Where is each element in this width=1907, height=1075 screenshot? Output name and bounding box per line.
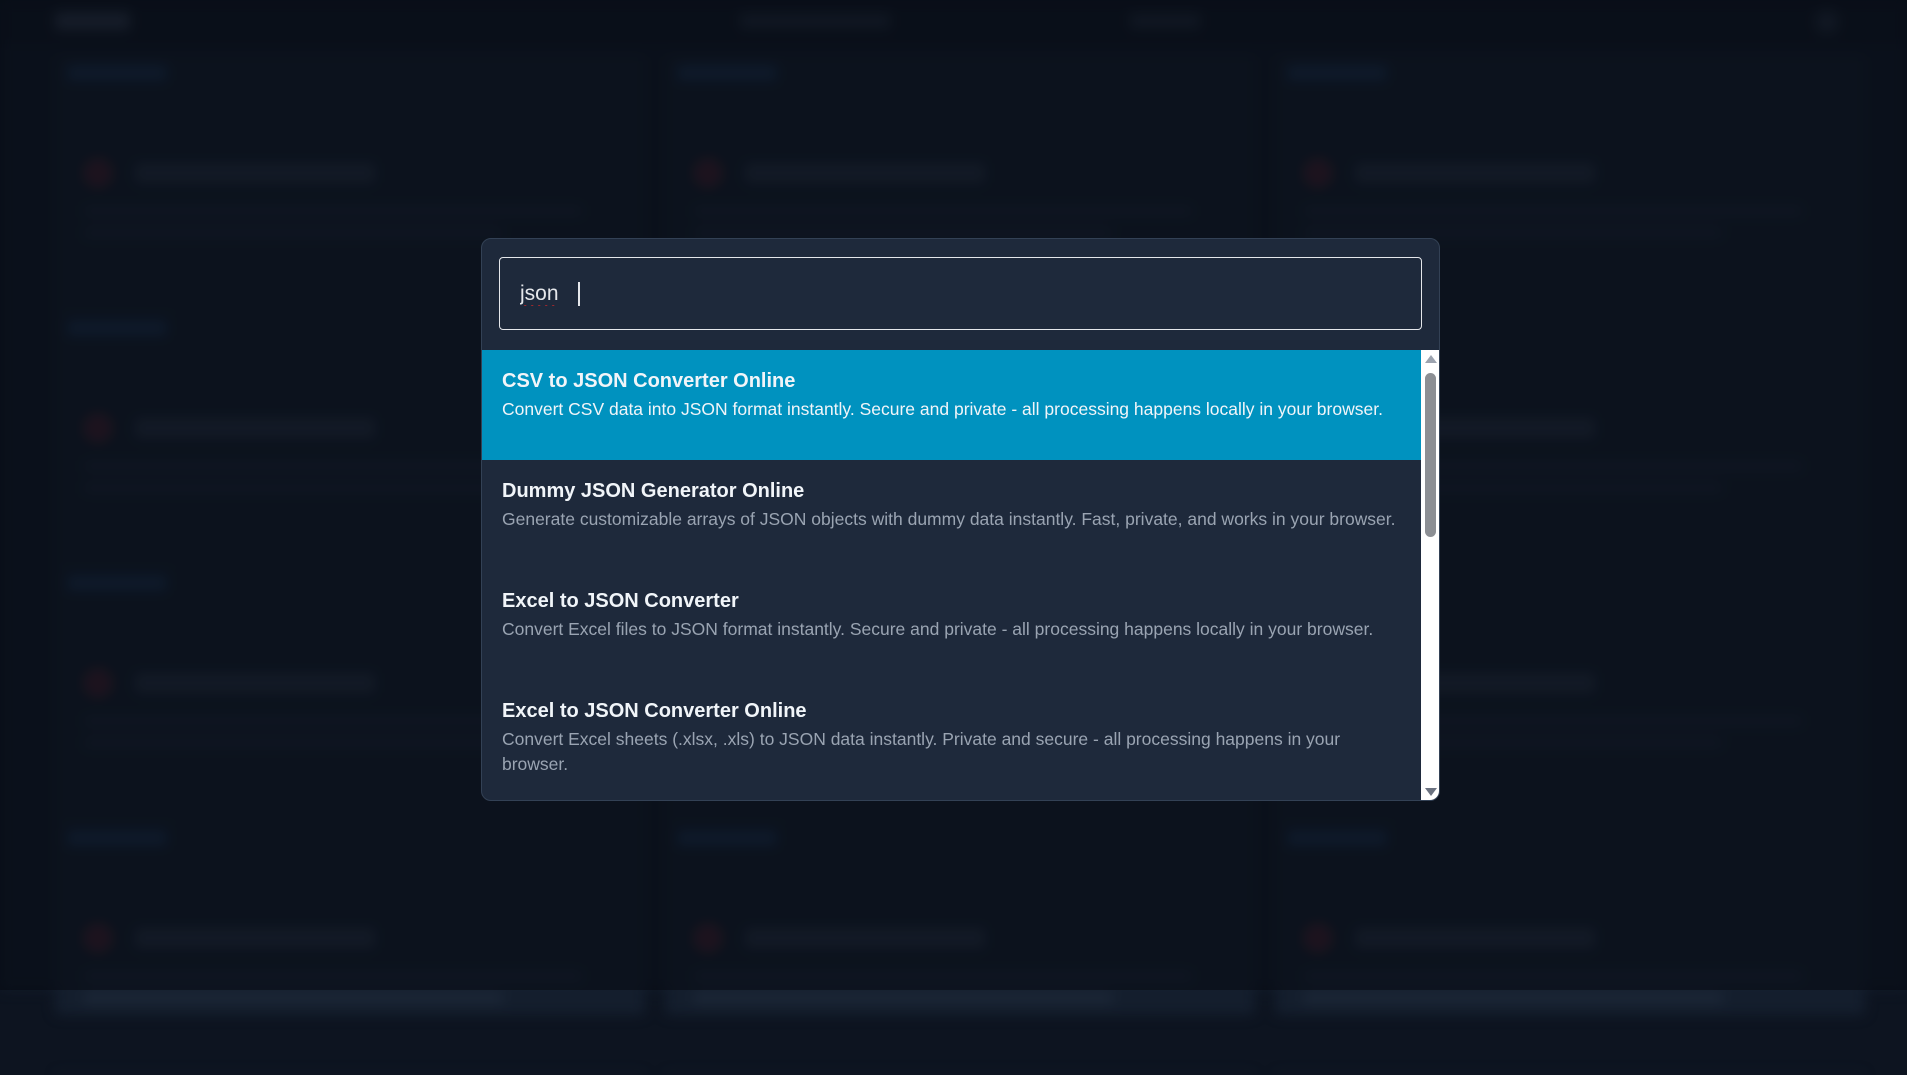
text-caret [578,282,580,306]
scrollbar-thumb[interactable] [1425,373,1436,537]
result-item[interactable]: CSV to JSON Converter Online Convert CSV… [482,350,1421,460]
result-title: CSV to JSON Converter Online [502,370,796,392]
scroll-down-arrow-icon[interactable] [1425,788,1437,796]
result-description: Generate customizable arrays of JSON obj… [502,509,1396,529]
result-item[interactable]: Dummy JSON Generator Online Generate cus… [482,460,1421,570]
scroll-up-arrow-icon[interactable] [1425,355,1437,363]
result-title: Excel to JSON Converter Online [502,700,807,722]
search-field[interactable] [499,257,1422,330]
result-description: Convert CSV data into JSON format instan… [502,399,1383,419]
result-title: Excel to JSON Converter [502,590,739,612]
result-item[interactable]: Excel to JSON Converter Online Convert E… [482,680,1421,790]
search-modal: CSV to JSON Converter Online Convert CSV… [481,238,1440,801]
result-title: Dummy JSON Generator Online [502,480,805,502]
search-input[interactable] [500,258,1421,329]
results-list: CSV to JSON Converter Online Convert CSV… [482,350,1421,800]
result-description: Convert Excel sheets (.xlsx, .xls) to JS… [502,729,1341,774]
result-item[interactable]: Excel to JSON Converter Convert Excel fi… [482,570,1421,680]
result-description: Convert Excel files to JSON format insta… [502,619,1374,639]
results-scrollbar[interactable] [1421,350,1439,800]
